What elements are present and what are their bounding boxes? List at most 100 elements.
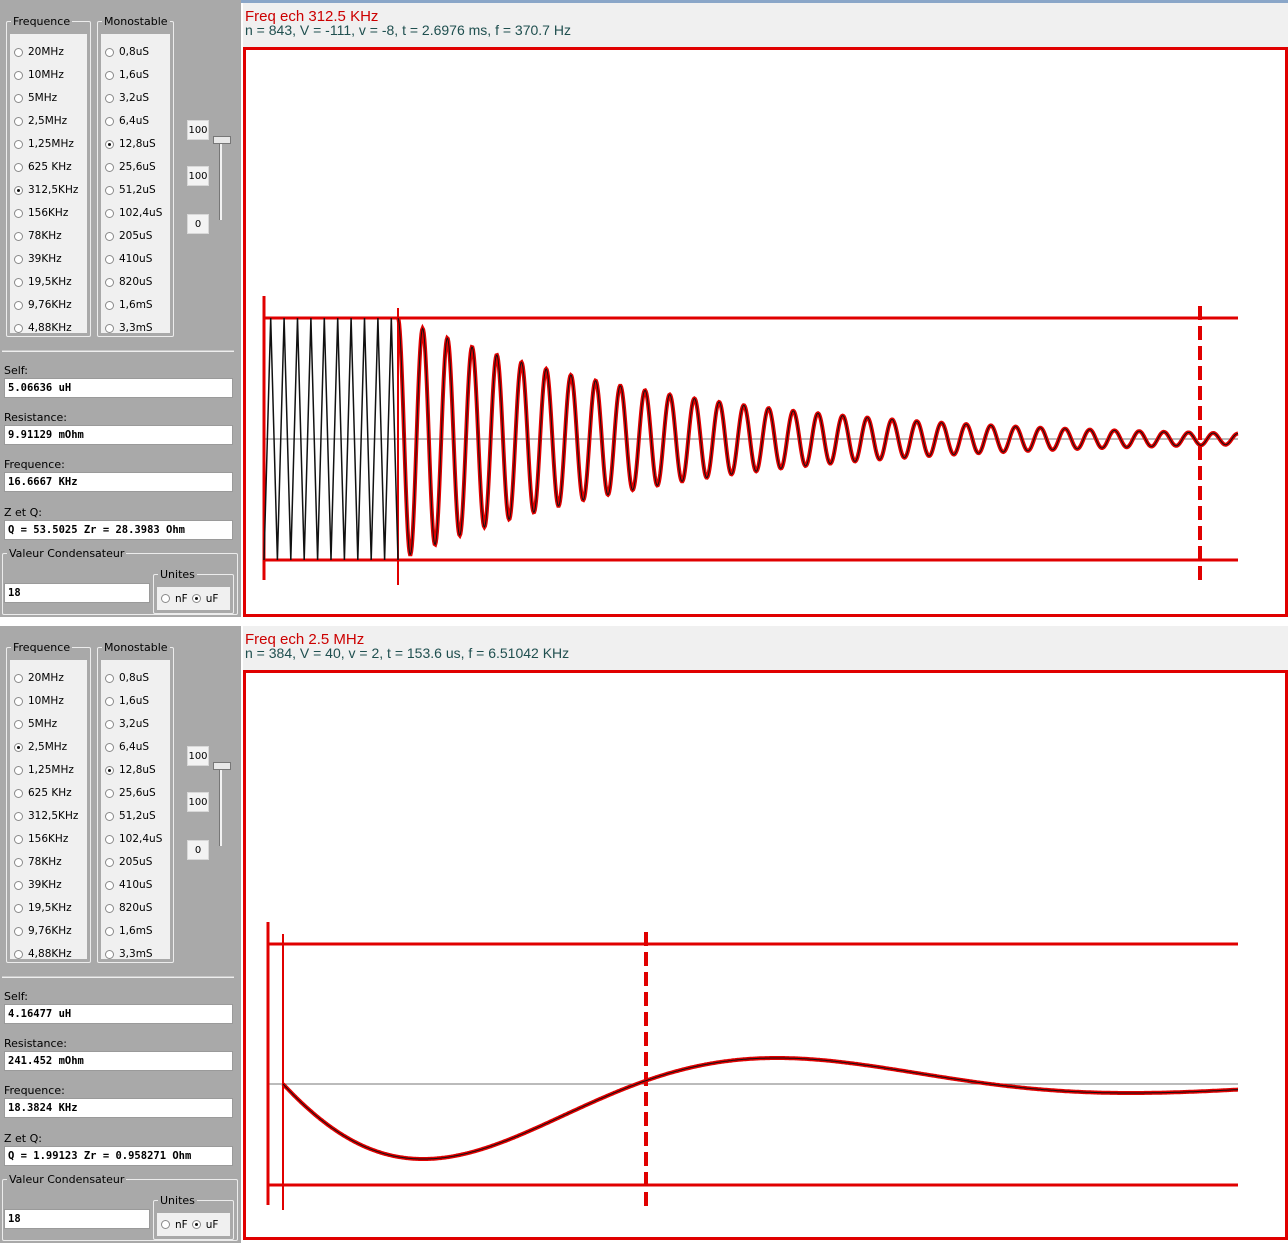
radio-button-icon[interactable] [14,116,23,126]
frequence-option[interactable]: 9,76KHz [10,295,87,315]
frequence-option[interactable]: 1,25MHz [10,134,87,154]
radio-button-icon[interactable] [14,765,23,775]
monostable-option[interactable]: 3,2uS [101,714,170,734]
monostable-option[interactable]: 410uS [101,875,170,895]
level-box-middle[interactable]: 100 [187,166,209,186]
radio-button-icon[interactable] [14,949,23,959]
frequence-option[interactable]: 9,76KHz [10,921,87,941]
unit-uf-radio[interactable] [191,1220,201,1229]
condensateur-input[interactable]: 18 [4,583,150,603]
self-field[interactable]: 4.16477 uH [4,1004,233,1024]
radio-button-icon[interactable] [105,277,114,287]
radio-button-icon[interactable] [14,70,23,80]
radio-button-icon[interactable] [105,926,114,936]
radio-button-icon[interactable] [14,47,23,57]
radio-button-icon[interactable] [105,185,114,195]
frequence-option[interactable]: 10MHz [10,691,87,711]
radio-button-icon[interactable] [14,903,23,913]
radio-button-icon[interactable] [105,811,114,821]
radio-button-icon[interactable] [14,673,23,683]
monostable-option[interactable]: 1,6mS [101,295,170,315]
frequence-option[interactable]: 625 KHz [10,157,87,177]
frequence-field[interactable]: 16.6667 KHz [4,472,233,492]
radio-button-icon[interactable] [14,788,23,798]
monostable-option[interactable]: 820uS [101,272,170,292]
frequence-option[interactable]: 5MHz [10,714,87,734]
radio-button-icon[interactable] [14,719,23,729]
level-box-middle[interactable]: 100 [187,792,209,812]
frequence-option[interactable]: 10MHz [10,65,87,85]
zq-field[interactable]: Q = 1.99123 Zr = 0.958271 Ohm [4,1146,233,1166]
radio-button-icon[interactable] [105,765,114,775]
frequence-option[interactable]: 78KHz [10,852,87,872]
oscilloscope-plot[interactable] [243,47,1288,617]
radio-button-icon[interactable] [14,139,23,149]
radio-button-icon[interactable] [105,300,114,310]
unit-nf-radio[interactable] [161,594,170,603]
radio-button-icon[interactable] [105,139,114,149]
monostable-option[interactable]: 1,6mS [101,921,170,941]
frequence-option[interactable]: 1,25MHz [10,760,87,780]
resistance-field[interactable]: 9.91129 mOhm [4,425,233,445]
radio-button-icon[interactable] [105,162,114,172]
radio-button-icon[interactable] [105,903,114,913]
condensateur-input[interactable]: 18 [4,1209,150,1229]
frequence-option[interactable]: 20MHz [10,668,87,688]
frequence-option[interactable]: 39KHz [10,875,87,895]
radio-button-icon[interactable] [105,949,114,959]
radio-button-icon[interactable] [14,857,23,867]
frequence-option[interactable]: 39KHz [10,249,87,269]
frequence-option[interactable]: 4,88KHz [10,318,87,338]
monostable-option[interactable]: 102,4uS [101,829,170,849]
radio-button-icon[interactable] [105,93,114,103]
frequence-option[interactable]: 2,5MHz [10,737,87,757]
frequence-option[interactable]: 5MHz [10,88,87,108]
monostable-option[interactable]: 25,6uS [101,783,170,803]
monostable-option[interactable]: 3,3mS [101,944,170,964]
monostable-option[interactable]: 205uS [101,852,170,872]
oscilloscope-plot[interactable] [243,670,1288,1240]
monostable-option[interactable]: 51,2uS [101,180,170,200]
frequence-option[interactable]: 312,5KHz [10,806,87,826]
monostable-option[interactable]: 102,4uS [101,203,170,223]
level-box-bottom[interactable]: 0 [187,214,209,234]
radio-button-icon[interactable] [14,696,23,706]
monostable-option[interactable]: 410uS [101,249,170,269]
level-slider-track[interactable] [219,140,222,220]
radio-button-icon[interactable] [105,254,114,264]
zq-field[interactable]: Q = 53.5025 Zr = 28.3983 Ohm [4,520,233,540]
monostable-option[interactable]: 25,6uS [101,157,170,177]
radio-button-icon[interactable] [14,162,23,172]
radio-button-icon[interactable] [14,926,23,936]
monostable-option[interactable]: 205uS [101,226,170,246]
radio-button-icon[interactable] [105,880,114,890]
level-box-top[interactable]: 100 [187,120,209,140]
frequence-option[interactable]: 20MHz [10,42,87,62]
self-field[interactable]: 5.06636 uH [4,378,233,398]
radio-button-icon[interactable] [14,231,23,241]
frequence-option[interactable]: 625 KHz [10,783,87,803]
radio-button-icon[interactable] [105,834,114,844]
radio-button-icon[interactable] [14,834,23,844]
radio-button-icon[interactable] [14,300,23,310]
radio-button-icon[interactable] [14,93,23,103]
frequence-field[interactable]: 18.3824 KHz [4,1098,233,1118]
frequence-option[interactable]: 19,5KHz [10,898,87,918]
radio-button-icon[interactable] [105,208,114,218]
radio-button-icon[interactable] [105,116,114,126]
radio-button-icon[interactable] [105,788,114,798]
monostable-option[interactable]: 6,4uS [101,111,170,131]
radio-button-icon[interactable] [14,277,23,287]
resistance-field[interactable]: 241.452 mOhm [4,1051,233,1071]
radio-button-icon[interactable] [14,880,23,890]
radio-button-icon[interactable] [105,696,114,706]
unit-nf-radio[interactable] [161,1220,170,1229]
monostable-option[interactable]: 820uS [101,898,170,918]
frequence-option[interactable]: 156KHz [10,203,87,223]
monostable-option[interactable]: 1,6uS [101,65,170,85]
frequence-option[interactable]: 19,5KHz [10,272,87,292]
radio-button-icon[interactable] [105,323,114,333]
frequence-option[interactable]: 78KHz [10,226,87,246]
frequence-option[interactable]: 2,5MHz [10,111,87,131]
radio-button-icon[interactable] [105,857,114,867]
